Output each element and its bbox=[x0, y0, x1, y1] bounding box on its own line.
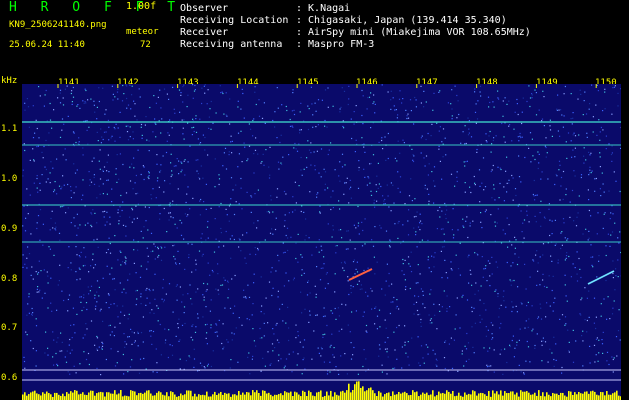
field-label-observer: Observer bbox=[180, 3, 229, 14]
filename-label: KN9_2506241140.png bbox=[9, 20, 107, 30]
meteor-echo bbox=[348, 268, 373, 281]
activity-bars bbox=[22, 381, 621, 400]
y-axis-unit: kHz bbox=[1, 76, 18, 86]
field-value-location: : Chigasaki, Japan (139.414 35.340) bbox=[296, 15, 507, 26]
y-tick-label: 0.6 bbox=[1, 373, 18, 383]
header-panel: H R O F F T 1.00f KN9_2506241140.png 25.… bbox=[0, 0, 629, 74]
field-label-location: Receiving Location bbox=[180, 15, 289, 26]
field-label-antenna: Receiving antenna bbox=[180, 39, 283, 50]
meteor-echo bbox=[587, 270, 615, 285]
field-value-antenna: : Maspro FM-3 bbox=[296, 39, 375, 50]
app-version: 1.00f bbox=[126, 1, 157, 12]
spectrogram-plot bbox=[22, 84, 621, 400]
meteor-label: meteor bbox=[126, 27, 159, 37]
y-tick-label: 0.7 bbox=[1, 323, 18, 333]
spectrogram-svg bbox=[22, 84, 621, 400]
y-tick-label: 1.0 bbox=[1, 174, 18, 184]
meteor-count: 72 bbox=[140, 40, 151, 50]
y-tick-label: 0.8 bbox=[1, 274, 18, 284]
datetime-label: 25.06.24 11:40 bbox=[9, 40, 85, 50]
field-value-observer: : K.Nagai bbox=[296, 3, 351, 14]
field-label-receiver: Receiver bbox=[180, 27, 229, 38]
app-brand: H R O F F T bbox=[9, 0, 184, 15]
y-tick-label: 0.9 bbox=[1, 224, 18, 234]
grid-layer bbox=[57, 84, 597, 88]
noise-layer bbox=[22, 84, 621, 376]
field-value-receiver: : AirSpy mini (Miakejima VOR 108.65MHz) bbox=[296, 27, 531, 38]
y-tick-label: 1.1 bbox=[1, 124, 18, 134]
